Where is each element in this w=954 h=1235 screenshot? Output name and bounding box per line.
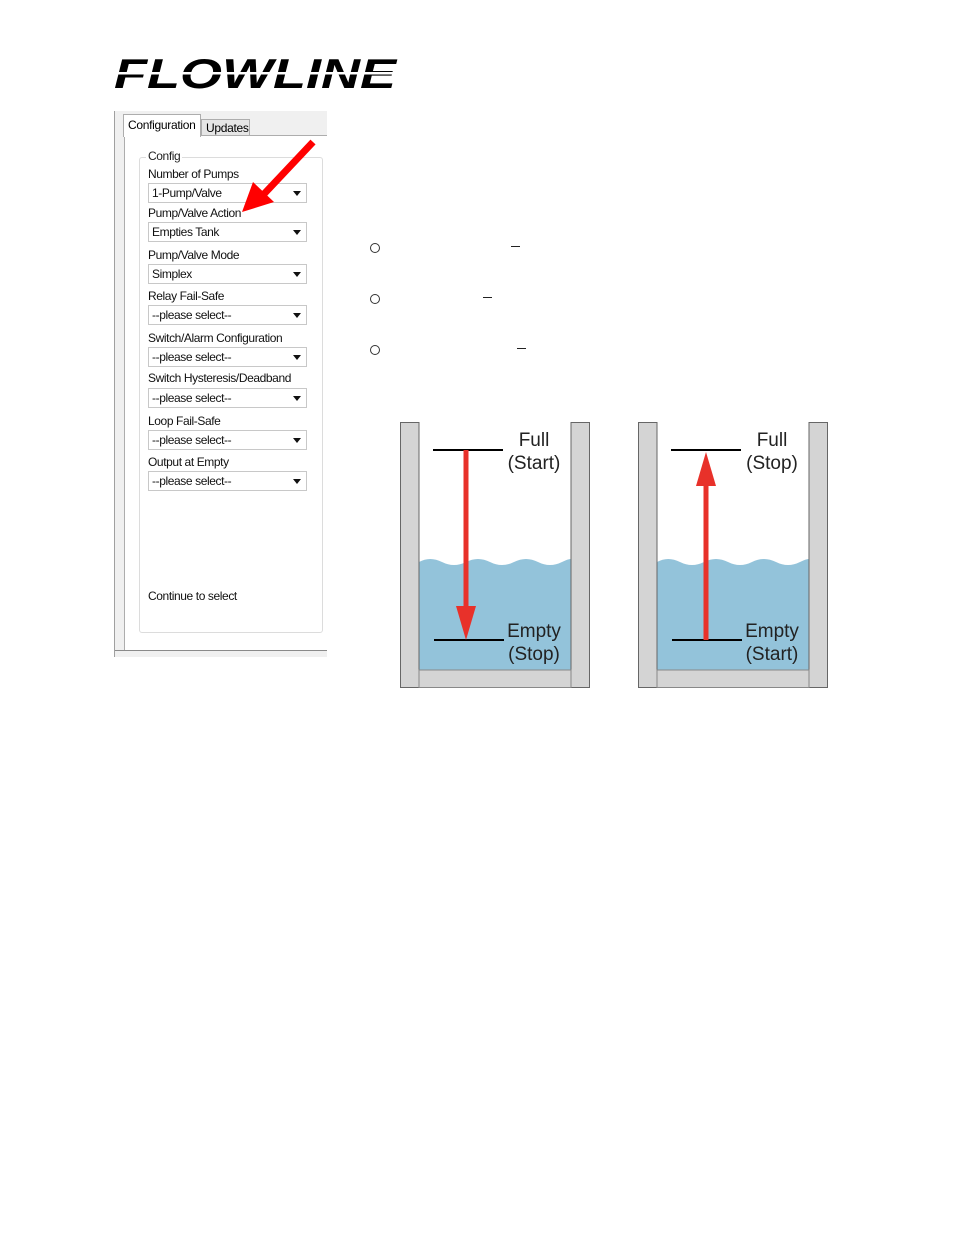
dash-separator — [517, 348, 526, 349]
circle-bullet-icon — [370, 294, 380, 304]
tank-diagram-empties: Full (Start) Empty (Stop) — [400, 422, 590, 688]
select-value: --please select-- — [152, 308, 232, 322]
select-loop-fail-safe[interactable]: --please select-- — [148, 430, 307, 450]
config-groupbox: Config Number of Pumps 1-Pump/Valve Pump… — [139, 149, 323, 633]
select-value: 1-Pump/Valve — [152, 186, 222, 200]
dash-separator — [511, 246, 520, 247]
continue-text: Continue to select — [148, 589, 237, 603]
empty-sub-label: (Stop) — [508, 644, 560, 665]
tank-bottom-label: Empty (Start) — [742, 620, 802, 666]
label-number-of-pumps: Number of Pumps — [148, 167, 239, 181]
empty-sub-label: (Start) — [745, 644, 799, 665]
empty-label: Empty — [745, 621, 799, 642]
select-value: --please select-- — [152, 391, 232, 405]
tank-top-label: Full (Stop) — [742, 429, 802, 475]
select-value: Empties Tank — [152, 225, 220, 239]
chevron-down-icon — [293, 479, 301, 484]
tank-top-label: Full (Start) — [504, 429, 564, 475]
tank-bottom-label: Empty (Stop) — [504, 620, 564, 666]
chevron-down-icon — [293, 313, 301, 318]
flowline-logo: FLOWLINE — [114, 56, 398, 92]
select-pump-valve-mode[interactable]: Simplex — [148, 264, 307, 284]
bullet-item — [370, 342, 380, 358]
select-value: --please select-- — [152, 350, 232, 364]
chevron-down-icon — [293, 355, 301, 360]
select-value: --please select-- — [152, 433, 232, 447]
circle-bullet-icon — [370, 345, 380, 355]
tank-floor — [656, 669, 810, 688]
label-switch-hysteresis: Switch Hysteresis/Deadband — [148, 371, 292, 385]
full-sub-label: (Start) — [507, 453, 561, 474]
select-pump-valve-action[interactable]: Empties Tank — [148, 222, 307, 242]
tank-wall-left — [638, 422, 658, 688]
label-loop-fail-safe: Loop Fail-Safe — [148, 414, 221, 428]
red-annotation-arrow — [236, 138, 326, 218]
tank-wall-right — [570, 422, 590, 688]
dash-separator — [483, 297, 492, 298]
select-output-at-empty[interactable]: --please select-- — [148, 471, 307, 491]
group-title: Config — [146, 149, 183, 163]
select-value: --please select-- — [152, 474, 232, 488]
empty-label: Empty — [507, 621, 561, 642]
tank-wall-right — [808, 422, 828, 688]
tab-configuration[interactable]: Configuration — [123, 114, 201, 137]
tank-diagram-fills: Full (Stop) Empty (Start) — [638, 422, 828, 688]
circle-bullet-icon — [370, 243, 380, 253]
label-output-at-empty: Output at Empty — [148, 455, 229, 469]
label-switch-alarm-configuration: Switch/Alarm Configuration — [148, 331, 283, 345]
label-relay-fail-safe: Relay Fail-Safe — [148, 289, 225, 303]
bullet-item — [370, 240, 380, 256]
select-switch-hysteresis[interactable]: --please select-- — [148, 388, 307, 408]
chevron-down-icon — [293, 396, 301, 401]
select-relay-fail-safe[interactable]: --please select-- — [148, 305, 307, 325]
select-switch-alarm-configuration[interactable]: --please select-- — [148, 347, 307, 367]
chevron-down-icon — [293, 230, 301, 235]
chevron-down-icon — [293, 272, 301, 277]
full-sub-label: (Stop) — [746, 453, 798, 474]
full-label: Full — [756, 430, 788, 451]
label-pump-valve-mode: Pump/Valve Mode — [148, 248, 240, 262]
panel-bottom-bar — [115, 650, 327, 657]
select-value: Simplex — [152, 267, 192, 281]
label-pump-valve-action: Pump/Valve Action — [148, 206, 242, 220]
chevron-down-icon — [293, 438, 301, 443]
bullet-item — [370, 291, 380, 307]
tank-floor — [418, 669, 572, 688]
full-label: Full — [518, 430, 550, 451]
tank-wall-left — [400, 422, 420, 688]
